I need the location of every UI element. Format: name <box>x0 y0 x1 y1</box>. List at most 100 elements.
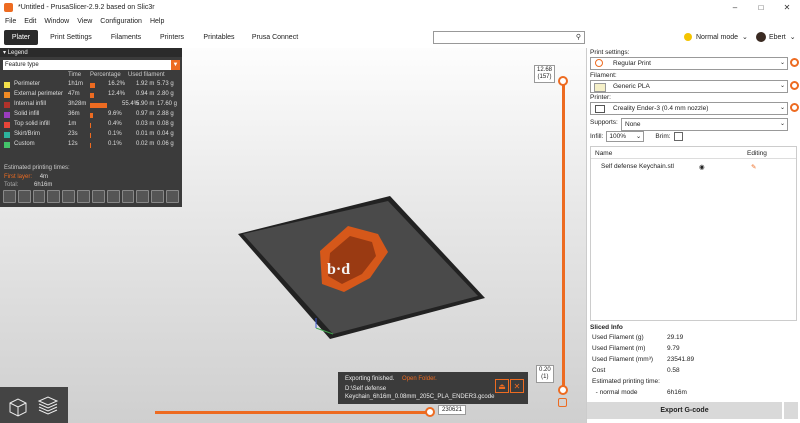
menu-view[interactable]: View <box>77 18 92 25</box>
legend-row[interactable]: Top solid infill 1m 0.4% 0.03 m 0.08 g <box>0 121 182 130</box>
layer-top-label: 12.68 (157) <box>534 65 556 83</box>
sliced-info-row: Cost 0.58 <box>590 367 798 378</box>
estimated-times-label: Estimated printing times: <box>4 165 70 171</box>
send-to-printer-button[interactable] <box>784 402 798 419</box>
title-bar: *Untitled - PrusaSlicer-2.9.2 based on S… <box>0 0 800 15</box>
legend-header[interactable]: ▾ Legend <box>0 48 182 57</box>
pause-icon[interactable] <box>106 189 120 203</box>
infill-row: Infill: 100% ⌄ Brim: <box>590 131 683 142</box>
sliced-info-key: Used Filament (mm³) <box>592 356 654 363</box>
user-menu[interactable]: Ebert ⌄ <box>756 29 796 45</box>
col-time: Time <box>68 72 82 78</box>
open-folder-link[interactable]: Open Folder. <box>402 376 437 382</box>
move-slider-track[interactable] <box>155 411 430 414</box>
print-settings-label: Print settings: <box>590 49 630 56</box>
3d-viewport[interactable]: b·d ▾ Legend Feature type ▼ Time Percent… <box>0 48 586 423</box>
legend-row[interactable]: Solid infill 36m 9.6% 0.97 m 2.88 g <box>0 111 182 120</box>
legend-row[interactable]: Perimeter 1h1m 16.2% 1.92 m 5.73 g <box>0 81 182 90</box>
3d-view-icon[interactable] <box>6 394 30 418</box>
menu-edit[interactable]: Edit <box>24 18 36 25</box>
tab-print-settings[interactable]: Print Settings <box>48 30 94 45</box>
retraction-icon[interactable] <box>32 189 46 203</box>
tab-printables[interactable]: Printables <box>198 30 240 45</box>
layer-top-thumb[interactable] <box>558 76 568 86</box>
object-name[interactable]: Self defense Keychain.stl <box>601 163 674 170</box>
tool-change-icon[interactable] <box>77 189 90 203</box>
export-gcode-button[interactable]: Export G-code <box>587 402 782 419</box>
feature-color-swatch <box>4 102 10 108</box>
tool-marker-icon[interactable] <box>166 189 179 203</box>
first-layer-row: First layer: 4m <box>4 174 48 180</box>
notification-path: D:\Self defense Keychain_6h16m_0.08mm_20… <box>345 386 495 400</box>
tab-printers[interactable]: Printers <box>152 30 192 45</box>
eject-icon[interactable]: ⏏ <box>495 379 509 393</box>
printer-combo[interactable]: Creality Ender-3 (0.4 mm nozzle) ⌄ <box>590 102 788 115</box>
legend-row[interactable]: Internal infill 3h28m 55.4% 5.90 m 17.60 g <box>0 101 182 110</box>
menu-window[interactable]: Window <box>44 18 69 25</box>
filament-combo[interactable]: Generic PLA ⌄ <box>590 80 788 93</box>
preview-icon[interactable] <box>36 394 60 418</box>
feature-weight: 0.06 g <box>157 141 174 147</box>
chevron-down-icon: ⌄ <box>779 121 785 127</box>
seam-icon[interactable] <box>62 189 76 203</box>
travel-icon[interactable] <box>3 189 16 203</box>
tab-filaments[interactable]: Filaments <box>104 30 148 45</box>
deretraction-icon[interactable] <box>47 189 61 203</box>
tab-prusa-connect[interactable]: Prusa Connect <box>248 30 302 45</box>
mode-selector[interactable]: Normal mode ⌄ <box>684 29 748 45</box>
supports-combo[interactable]: None ⌄ <box>621 118 788 131</box>
menu-configuration[interactable]: Configuration <box>100 18 142 25</box>
view-type-select[interactable]: Feature type ▼ <box>3 60 180 70</box>
menu-file[interactable]: File <box>5 18 16 25</box>
layer-slider-track[interactable] <box>562 82 565 394</box>
infill-combo[interactable]: 100% ⌄ <box>606 131 645 142</box>
print-settings-gear-icon[interactable] <box>790 58 799 67</box>
feature-time: 36m <box>68 111 80 117</box>
edit-icon[interactable]: ✎ <box>751 163 756 171</box>
sliced-info-value: 6h16m <box>667 389 687 396</box>
tab-bar: Plater Print Settings Filaments Printers… <box>0 27 800 49</box>
layer-bottom-label: 0.20 (1) <box>536 365 554 383</box>
printer-gear-icon[interactable] <box>790 103 799 112</box>
chevron-down-icon: ⌄ <box>779 83 785 89</box>
color-change-icon[interactable] <box>91 189 105 203</box>
custom-gcode-icon[interactable] <box>121 189 135 203</box>
move-slider-thumb[interactable] <box>425 407 435 417</box>
wipe-icon[interactable] <box>17 189 31 203</box>
cog-icon[interactable] <box>558 398 567 407</box>
brim-checkbox[interactable] <box>673 132 683 141</box>
app-icon <box>4 3 13 12</box>
legend-row[interactable]: Custom 12s 0.1% 0.02 m 0.06 g <box>0 141 182 150</box>
editing-column-header: Editing <box>747 150 767 157</box>
chevron-down-icon: ⌄ <box>789 34 796 41</box>
minimize-button[interactable]: – <box>722 0 748 15</box>
layer-bottom-thumb[interactable] <box>558 385 568 395</box>
legend-panel: ▾ Legend Feature type ▼ Time Percentage … <box>0 48 182 207</box>
total-value: 6h16m <box>34 182 53 188</box>
feature-percentage-bar <box>90 103 107 108</box>
sliced-info-key: - normal mode <box>592 389 638 396</box>
shells-icon[interactable] <box>151 189 165 203</box>
center-of-gravity-icon[interactable] <box>136 189 150 203</box>
filament-gear-icon[interactable] <box>790 81 799 90</box>
supports-value: None <box>625 121 641 128</box>
feature-color-swatch <box>4 82 10 88</box>
search-input[interactable]: ⚲ <box>433 31 585 44</box>
legend-row[interactable]: Skirt/Brim 23s 0.1% 0.01 m 0.04 g <box>0 131 182 140</box>
chevron-down-icon: ⌄ <box>635 133 642 140</box>
visibility-eye-icon[interactable]: ◉ <box>699 163 705 171</box>
maximize-button[interactable]: □ <box>748 0 774 15</box>
menu-help[interactable]: Help <box>150 18 164 25</box>
total-label: Total: <box>4 182 19 188</box>
tab-plater[interactable]: Plater <box>4 30 38 45</box>
close-notification-icon[interactable]: ✕ <box>510 379 524 393</box>
close-button[interactable]: ✕ <box>774 0 800 15</box>
printer-label: Printer: <box>590 94 611 101</box>
view-toggle-buttons <box>0 387 68 423</box>
legend-row[interactable]: External perimeter 47m 12.4% 0.94 m 2.80 g <box>0 91 182 100</box>
feature-length: 0.03 m <box>136 121 155 127</box>
sliced-info-title: Sliced Info <box>590 324 623 331</box>
menu-bar: File Edit Window View Configuration Help <box>0 15 800 27</box>
feature-percentage: 0.1% <box>108 141 122 147</box>
print-settings-combo[interactable]: Regular Print ⌄ <box>590 57 788 70</box>
